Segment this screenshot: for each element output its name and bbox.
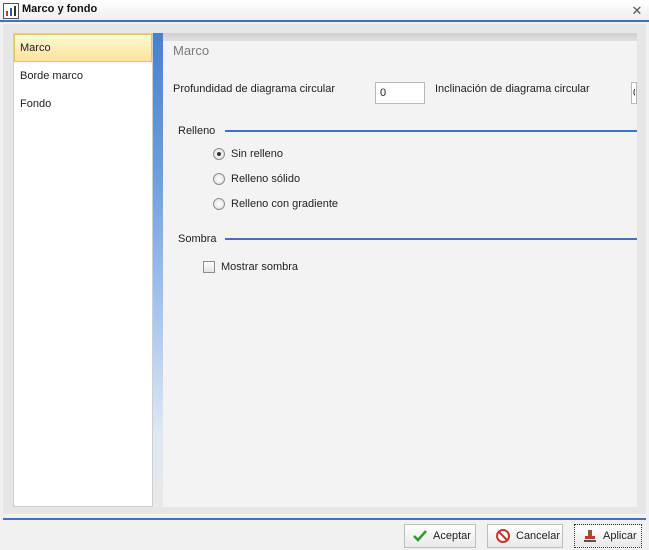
window-title: Marco y fondo xyxy=(22,3,98,15)
no-entry-icon xyxy=(494,527,512,545)
radio-label-relleno-solido: Relleno sólido xyxy=(231,173,301,185)
nav-item-fondo[interactable]: Fondo xyxy=(14,90,152,118)
cancel-button[interactable]: Cancelar xyxy=(487,524,563,548)
accept-label: Aceptar xyxy=(433,530,471,542)
radio-relleno-gradiente[interactable] xyxy=(213,198,225,210)
fill-group-title: Relleno xyxy=(178,125,222,137)
fill-group-line xyxy=(225,130,637,132)
radio-sin-relleno[interactable] xyxy=(213,148,225,160)
stamp-icon xyxy=(581,527,599,545)
radio-label-relleno-gradiente: Relleno con gradiente xyxy=(231,198,339,210)
accept-button[interactable]: Aceptar xyxy=(404,524,476,548)
apply-button[interactable]: Aplicar xyxy=(574,524,642,548)
nav-item-marco[interactable]: Marco xyxy=(14,34,152,62)
checkmark-icon xyxy=(411,527,429,545)
tilt-input[interactable] xyxy=(631,82,637,104)
apply-label: Aplicar xyxy=(603,530,637,542)
category-list: Marco Borde marco Fondo xyxy=(13,33,153,507)
section-header: Marco xyxy=(173,43,210,58)
panel-splitter[interactable] xyxy=(153,33,163,507)
settings-panel: Marco Profundidad de diagrama circular I… xyxy=(163,33,637,507)
tilt-label: Inclinación de diagrama circular xyxy=(435,83,590,95)
panel-top-strip xyxy=(163,33,637,41)
radio-relleno-solido[interactable] xyxy=(213,173,225,185)
chart-icon xyxy=(3,3,19,19)
close-icon[interactable]: ✕ xyxy=(631,4,643,17)
cancel-label: Cancelar xyxy=(516,530,561,542)
radio-label-sin-relleno: Sin relleno xyxy=(231,148,283,160)
title-bar: Marco y fondo ✕ xyxy=(0,0,649,22)
nav-item-borde-marco[interactable]: Borde marco xyxy=(14,62,152,90)
depth-input[interactable] xyxy=(375,82,425,104)
show-shadow-checkbox[interactable] xyxy=(203,261,215,273)
shadow-group-line xyxy=(225,238,637,240)
show-shadow-label: Mostrar sombra xyxy=(221,261,299,273)
depth-label: Profundidad de diagrama circular xyxy=(173,83,336,95)
shadow-group-title: Sombra xyxy=(178,233,223,245)
